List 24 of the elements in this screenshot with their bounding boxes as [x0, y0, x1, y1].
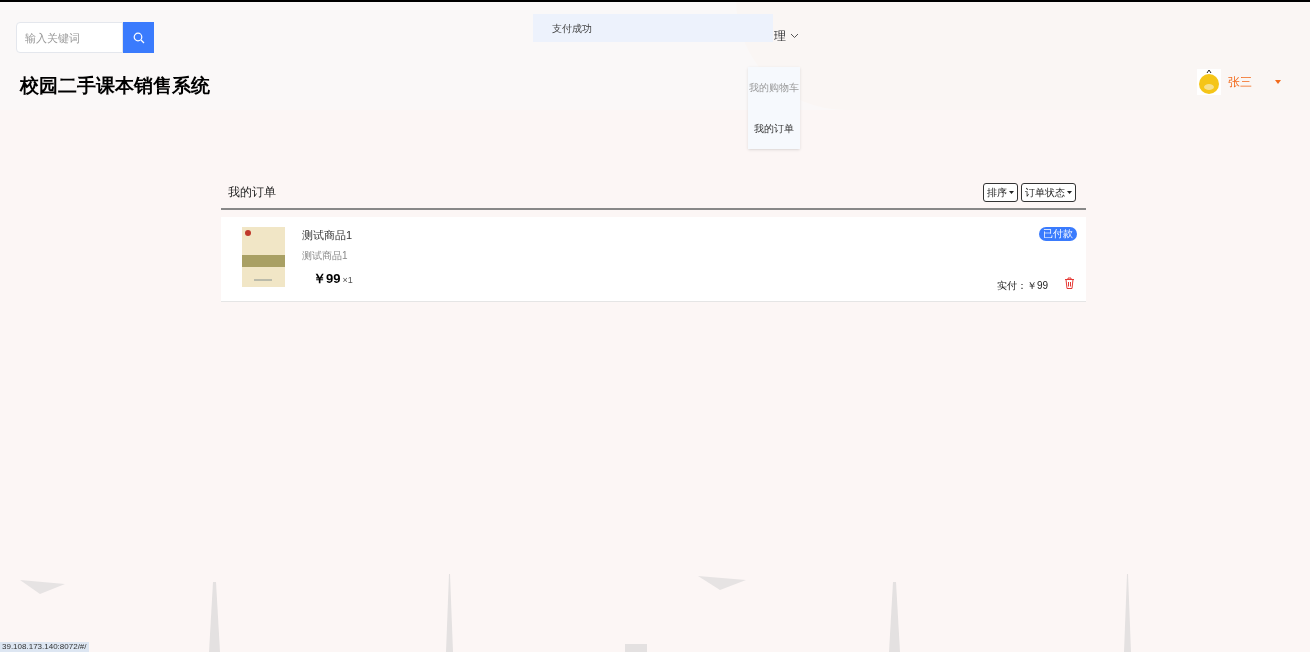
paid-label: 实付： — [996, 279, 1027, 293]
nav-menu-label[interactable]: 理 — [774, 27, 786, 45]
menu-item[interactable]: 我的订单 — [754, 121, 794, 136]
status-url: 39.108.173.140:8072/#/ — [0, 642, 89, 652]
chevron-down-icon — [790, 33, 799, 39]
filter-dropdown[interactable]: 排序 — [983, 182, 1018, 202]
search-icon — [132, 31, 145, 44]
product-subtitle: 测试商品1 — [302, 249, 348, 263]
status-badge: 已付款 — [1039, 227, 1077, 241]
paid-amount: ￥99 — [1026, 279, 1048, 293]
filter-dropdown[interactable]: 订单状态 — [1021, 182, 1076, 202]
avatar-icon[interactable] — [1197, 69, 1221, 95]
site-title: 校园二手课本销售系统 — [20, 74, 210, 98]
product-name: 测试商品1 — [302, 228, 353, 243]
quantity: ×1 — [342, 274, 353, 287]
trash-icon[interactable] — [1064, 277, 1075, 289]
caret-icon — [1067, 190, 1072, 194]
caret-icon — [1275, 80, 1281, 84]
search-button[interactable] — [123, 22, 154, 53]
success-toast: 支付成功 — [533, 14, 773, 42]
price: ￥99 — [313, 270, 341, 288]
caret-icon — [1009, 190, 1014, 194]
search-field[interactable]: 输入关键词 — [16, 22, 123, 53]
section-title: 我的订单 — [228, 184, 276, 201]
